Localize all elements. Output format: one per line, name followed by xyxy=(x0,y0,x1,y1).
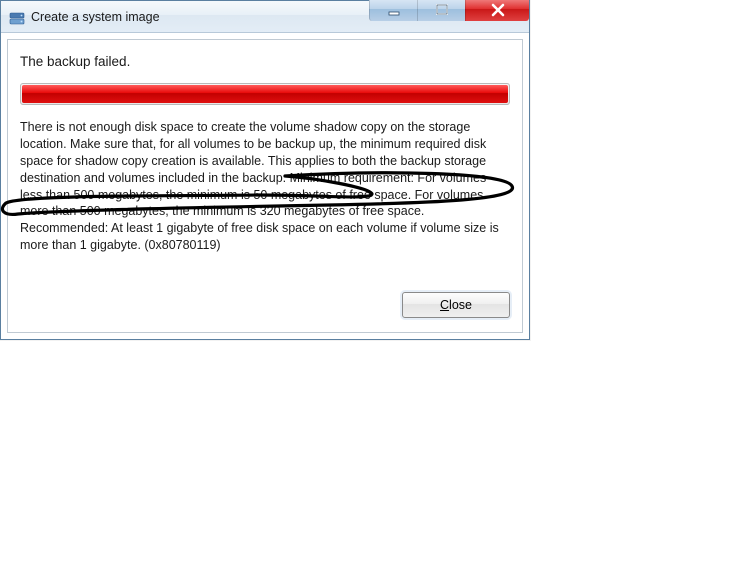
app-icon xyxy=(9,9,25,25)
content-area: The backup failed. There is not enough d… xyxy=(1,33,529,339)
window-controls xyxy=(369,0,529,21)
headline-text: The backup failed. xyxy=(20,54,510,69)
inner-panel: The backup failed. There is not enough d… xyxy=(7,39,523,333)
dialog-window: Create a system image The backup xyxy=(0,0,530,340)
maximize-button[interactable] xyxy=(417,0,465,21)
window-title: Create a system image xyxy=(31,10,160,24)
progress-bar xyxy=(20,83,510,105)
close-window-button[interactable] xyxy=(465,0,529,21)
minimize-button[interactable] xyxy=(369,0,417,21)
maximize-icon xyxy=(435,3,449,17)
error-message: There is not enough disk space to create… xyxy=(20,119,510,254)
progress-fill-error xyxy=(22,85,508,103)
close-button[interactable]: Close xyxy=(402,292,510,318)
titlebar: Create a system image xyxy=(1,1,529,33)
close-icon xyxy=(490,3,506,17)
button-row: Close xyxy=(20,292,510,318)
minimize-icon xyxy=(387,3,401,17)
